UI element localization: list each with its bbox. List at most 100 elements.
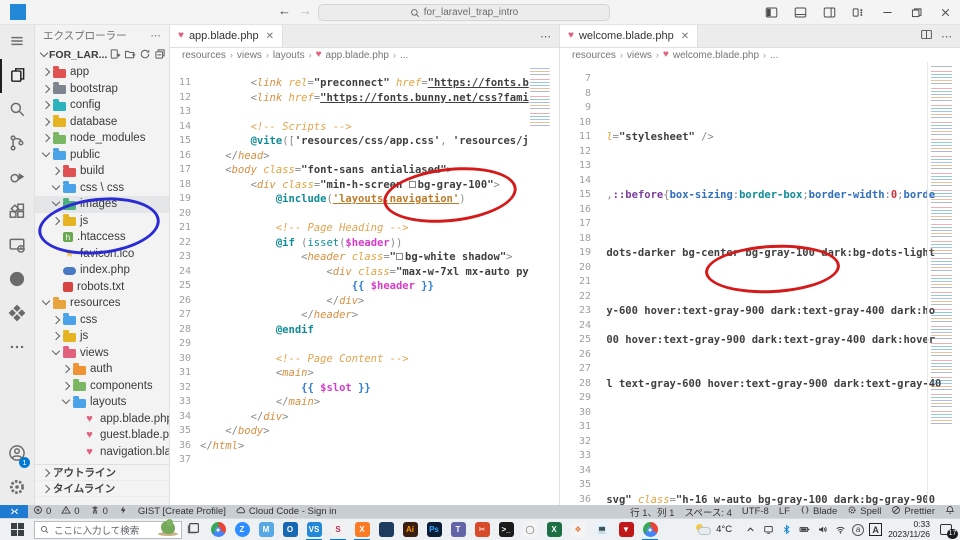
tray-chevron-up[interactable] <box>744 523 757 537</box>
code-editor-welcome-blade[interactable]: 7 8 9 10 11 l="stylesheet" /> 12 13 14 15 ,::bef… <box>560 62 960 505</box>
tree-item-images[interactable]: images <box>35 196 169 213</box>
notification-center-button[interactable]: 17 <box>936 522 958 539</box>
code-line-13[interactable]: 13 <box>560 159 960 174</box>
activity-remote-explorer[interactable] <box>0 229 34 263</box>
restore-button[interactable] <box>902 0 931 25</box>
tray-ime-a[interactable]: a <box>852 523 865 536</box>
minimap[interactable] <box>527 62 557 505</box>
code-line-35[interactable]: 35 <box>560 478 960 493</box>
status-eol[interactable]: LF <box>774 506 795 517</box>
new-file-icon[interactable] <box>109 48 121 63</box>
code-line-24[interactable]: 24 <box>560 319 960 334</box>
activity-accounts[interactable]: 1 <box>0 437 34 471</box>
tab-close-icon[interactable]: ✕ <box>681 31 689 42</box>
code-line-29[interactable]: 29 <box>170 337 559 352</box>
tree-item-config[interactable]: config <box>35 97 169 114</box>
taskbar-clock[interactable]: 0:33 2023/11/26 <box>888 519 930 540</box>
code-line-27[interactable]: 27 </header> <box>170 308 559 323</box>
code-line-9[interactable]: 9 <box>560 101 960 116</box>
code-line-15[interactable]: 15 ,::before{box-sizing:border-box;borde… <box>560 188 960 203</box>
tray-battery[interactable] <box>798 523 811 537</box>
tree-item-index.php[interactable]: index.php <box>35 262 169 279</box>
close-button[interactable] <box>931 0 960 25</box>
taskbar-excel[interactable]: X <box>542 519 566 540</box>
editor-actions-more[interactable]: ⋯ <box>540 30 551 43</box>
code-line-32[interactable]: 32 <box>560 435 960 450</box>
tray-bluetooth[interactable] <box>780 523 793 537</box>
code-line-30[interactable]: 30 <!-- Page Content --> <box>170 352 559 367</box>
taskbar-photoshop[interactable]: Ps <box>422 519 446 540</box>
taskbar-illustrator[interactable]: Ai <box>398 519 422 540</box>
code-line-21[interactable]: 21 <!-- Page Heading --> <box>170 221 559 236</box>
code-editor-app-blade[interactable]: 11 <link rel="preconnect" href="https://… <box>170 62 559 505</box>
tree-item-css[interactable]: css <box>35 312 169 329</box>
taskbar-mcafee[interactable]: ▼ <box>614 519 638 540</box>
tab-close-icon[interactable]: ✕ <box>266 31 274 42</box>
tree-item-navigation.bla...[interactable]: ♥ navigation.bla... <box>35 444 169 461</box>
tab-welcome-blade[interactable]: ♥ welcome.blade.php ✕ <box>560 25 699 47</box>
activity-settings[interactable] <box>0 471 34 505</box>
tree-item-layouts[interactable]: layouts <box>35 394 169 411</box>
code-line-21[interactable]: 21 <box>560 275 960 290</box>
status-cloud-code[interactable]: Cloud Code - Sign in <box>231 505 342 518</box>
toggle-primary-sidebar-button[interactable] <box>757 0 786 25</box>
code-line-8[interactable]: 8 <box>560 87 960 102</box>
split-editor-button[interactable] <box>920 28 933 44</box>
activity-extension-diamond[interactable] <box>0 297 34 331</box>
breadcrumb-item[interactable]: app.blade.php <box>326 50 389 61</box>
tree-item-app.blade.php[interactable]: ♥ app.blade.php <box>35 411 169 428</box>
tab-app-blade[interactable]: ♥ app.blade.php ✕ <box>170 25 284 47</box>
status-notifications[interactable] <box>940 505 960 518</box>
code-line-16[interactable]: 16 <box>560 203 960 218</box>
status-encoding[interactable]: UTF-8 <box>737 506 774 517</box>
code-line-34[interactable]: 34 </div> <box>170 410 559 425</box>
code-line-17[interactable]: 17 <box>560 217 960 232</box>
status-spell-checker[interactable]: Spell <box>842 505 886 518</box>
activity-github[interactable] <box>0 263 34 297</box>
code-line-33[interactable]: 33 <box>560 449 960 464</box>
section-タイムライン[interactable]: タイムライン <box>35 481 169 497</box>
taskbar-chrome[interactable] <box>206 519 230 540</box>
taskbar-slack[interactable]: S <box>326 519 350 540</box>
taskbar-xampp[interactable]: X <box>350 519 374 540</box>
collapse-all-icon[interactable] <box>154 48 166 63</box>
code-line-29[interactable]: 29 <box>560 391 960 406</box>
code-line-30[interactable]: 30 <box>560 406 960 421</box>
taskbar-pen-app[interactable] <box>374 519 398 540</box>
code-line-37[interactable]: 37 <box>170 453 559 468</box>
start-button[interactable] <box>0 519 34 540</box>
breadcrumb[interactable]: resources › views › ♥ welcome.blade.php ›... <box>560 48 960 62</box>
weather-widget[interactable]: 4°C <box>695 523 732 536</box>
breadcrumb-item[interactable]: resources <box>182 50 226 61</box>
code-line-25[interactable]: 25 00 hover:text-gray-900 dark:text-gray… <box>560 333 960 348</box>
code-line-19[interactable]: 19 dots-darker bg-center bg-gray-100 dar… <box>560 246 960 261</box>
status-indentation[interactable]: スペース: 4 <box>679 505 736 519</box>
code-line-22[interactable]: 22 @if (isset($header)) <box>170 236 559 251</box>
tree-item-views[interactable]: views <box>35 345 169 362</box>
taskbar-mail[interactable]: M <box>254 519 278 540</box>
code-line-24[interactable]: 24 <div class="max-w-7xl mx-auto py <box>170 265 559 280</box>
nav-forward-button[interactable]: → <box>299 3 312 18</box>
code-line-25[interactable]: 25 {{ $header }} <box>170 279 559 294</box>
minimap[interactable] <box>927 62 960 505</box>
tree-item-bootstrap[interactable]: bootstrap <box>35 81 169 98</box>
code-line-20[interactable]: 20 <box>170 207 559 222</box>
code-line-26[interactable]: 26 </div> <box>170 294 559 309</box>
breadcrumb[interactable]: resources › views › layouts › ♥ app.blade.php ›.… <box>170 48 559 62</box>
command-center-search[interactable]: for_laravel_trap_intro <box>318 4 610 21</box>
code-line-11[interactable]: 11 <link rel="preconnect" href="https://… <box>170 76 559 91</box>
tree-item-js[interactable]: js <box>35 213 169 230</box>
taskbar-ring-app[interactable]: ◯ <box>518 519 542 540</box>
code-line-18[interactable]: 18 <box>560 232 960 247</box>
tree-item-auth[interactable]: auth <box>35 361 169 378</box>
tree-item-app[interactable]: app <box>35 64 169 81</box>
code-line-27[interactable]: 27 <box>560 362 960 377</box>
code-line-10[interactable]: 10 <box>560 116 960 131</box>
tray-network[interactable] <box>834 523 847 537</box>
tree-item-build[interactable]: build <box>35 163 169 180</box>
tree-item-css-css[interactable]: css \ css <box>35 180 169 197</box>
tree-item-components[interactable]: components <box>35 378 169 395</box>
taskbar-shapes-app[interactable]: ❖ <box>566 519 590 540</box>
section-アウトライン[interactable]: アウトライン <box>35 465 169 481</box>
code-line-20[interactable]: 20 <box>560 261 960 276</box>
